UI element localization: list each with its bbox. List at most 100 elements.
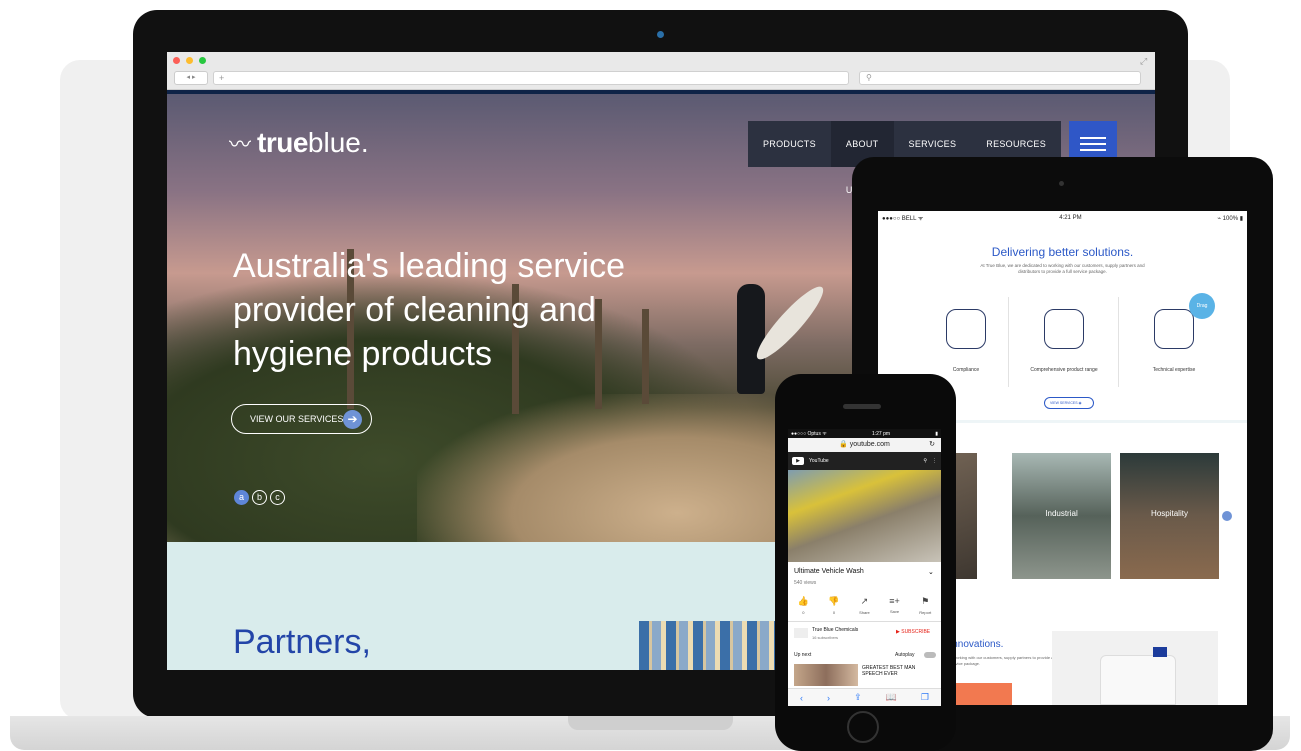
minimize-dot[interactable] xyxy=(186,57,193,64)
tile-hospitality[interactable]: Hospitality xyxy=(1120,453,1219,579)
phone-url: 🔒 youtube.com xyxy=(839,441,890,448)
slide-pager: a b c xyxy=(234,490,285,505)
search-icon[interactable]: ⚲ xyxy=(923,458,927,464)
expand-icon[interactable]: ⤢ xyxy=(1140,56,1147,67)
solutions-subtitle: At True Blue, we are dedicated to workin… xyxy=(980,263,1145,274)
bookmarks-icon[interactable]: 📖 xyxy=(886,692,897,703)
safari-toolbar: ‹ › ⇪ 📖 ❐ xyxy=(788,688,941,706)
video-player[interactable] xyxy=(788,470,941,562)
service-product-range[interactable]: Comprehensive product range xyxy=(1014,297,1114,407)
tablet-status-bar: ●●●○○ BELL ᯤ 4:21 PM ⌁ 100% ▮ xyxy=(878,211,1247,225)
home-button[interactable] xyxy=(847,711,879,743)
hands-plus-icon xyxy=(1154,309,1194,349)
chemical-jug-image xyxy=(1100,655,1176,705)
section-heading: Partners, xyxy=(233,623,371,661)
hard-hat-icon xyxy=(946,309,986,349)
reload-icon[interactable]: ↻ xyxy=(929,438,935,452)
pager-dot-c[interactable]: c xyxy=(270,490,285,505)
dislike-button[interactable]: 👎 0 xyxy=(828,596,839,620)
trueblue-logo[interactable]: 〰 true blue. xyxy=(229,127,369,158)
dislike-count: 0 xyxy=(832,610,836,615)
tablet-battery: ⌁ 100% ▮ xyxy=(1217,215,1243,222)
like-button[interactable]: 👍 0 xyxy=(798,596,809,620)
like-count: 0 xyxy=(802,610,805,615)
youtube-play-icon: ▶ xyxy=(792,457,804,465)
jug-cap xyxy=(1153,647,1167,657)
nav-products[interactable]: PRODUCTS xyxy=(748,121,831,167)
share-icon: ↗ xyxy=(860,596,869,606)
subscriber-count: 16 subscribers xyxy=(812,635,839,640)
share-label: Share xyxy=(859,610,870,615)
share-button[interactable]: ↗ Share xyxy=(859,596,870,620)
laptop-notch xyxy=(568,716,733,730)
channel-name[interactable]: True Blue Chemicals xyxy=(812,627,858,633)
tile-label: Industrial xyxy=(1045,509,1078,518)
carousel-next-icon[interactable] xyxy=(1222,511,1232,521)
pager-dot-b[interactable]: b xyxy=(252,490,267,505)
more-icon[interactable]: ⋮ xyxy=(932,458,937,464)
tablet-view-services-button[interactable]: VIEW SERVICES ◉ xyxy=(1044,397,1094,409)
search-icon[interactable]: ⚲ xyxy=(859,71,1141,85)
tile-industrial[interactable]: Industrial xyxy=(1012,453,1111,579)
tablet-time: 4:21 PM xyxy=(1059,215,1082,221)
share-icon[interactable]: ⇪ xyxy=(854,692,862,703)
service-label: Technical expertise xyxy=(1152,367,1196,373)
innovations-heading: innovations. xyxy=(950,639,1004,650)
chevron-down-icon[interactable]: ⌄ xyxy=(928,568,934,576)
hero-headline: Australia's leading service provider of … xyxy=(233,247,626,373)
divider xyxy=(788,621,941,622)
youtube-header: ▶ YouTube ⚲ ⋮ xyxy=(788,452,941,470)
phone-speaker xyxy=(843,404,881,409)
channel-avatar[interactable] xyxy=(794,628,808,638)
back-forward-buttons[interactable]: ◂ ▸ xyxy=(174,71,208,85)
divider xyxy=(1008,297,1009,387)
next-video-thumbnail[interactable] xyxy=(794,664,858,686)
logo-text-light: blue. xyxy=(307,127,369,158)
back-icon[interactable]: ‹ xyxy=(800,693,803,703)
view-services-button[interactable]: VIEW OUR SERVICES ➔ xyxy=(231,404,372,434)
forward-icon[interactable]: › xyxy=(827,693,830,703)
device-mockup-scene: ◂ ▸ + ⚲ ⤢ 〰 true blue. PRODUCTS ABOUT US xyxy=(0,0,1301,751)
tile-label: Hospitality xyxy=(1151,509,1188,518)
tablet-carrier: ●●●○○ BELL ᯤ xyxy=(882,216,924,222)
autoplay-label: Autoplay xyxy=(895,652,915,658)
maximize-dot[interactable] xyxy=(199,57,206,64)
divider xyxy=(1118,297,1119,387)
products-image xyxy=(639,621,789,670)
tablet-camera xyxy=(1059,181,1064,186)
video-views: 540 views xyxy=(794,580,817,586)
view-services-label: VIEW OUR SERVICES xyxy=(250,414,344,424)
logo-wave-icon: 〰 xyxy=(229,132,252,157)
address-bar[interactable]: + xyxy=(213,71,849,85)
drag-badge[interactable]: Drag xyxy=(1189,293,1215,319)
pager-dot-a[interactable]: a xyxy=(234,490,249,505)
browser-chrome: ◂ ▸ + ⚲ ⤢ xyxy=(167,52,1155,90)
thumbs-up-icon: 👍 xyxy=(797,596,809,606)
phone-time: 1:27 pm xyxy=(871,430,891,437)
save-label: Save xyxy=(889,609,900,614)
orange-block xyxy=(950,683,1012,705)
autoplay-toggle[interactable] xyxy=(924,652,936,658)
service-label: Comprehensive product range xyxy=(1030,367,1098,373)
arrow-right-icon: ➔ xyxy=(343,410,362,429)
next-video-title[interactable]: GREATEST BEST MAN SPEECH EVER xyxy=(862,665,937,677)
solutions-title: Delivering better solutions. xyxy=(991,245,1134,259)
laptop-camera xyxy=(657,31,664,38)
close-dot[interactable] xyxy=(173,57,180,64)
report-label: Report xyxy=(919,610,932,615)
service-label: Compliance xyxy=(952,367,980,373)
phone-carrier: ●●○○○ Optus ᯤ xyxy=(791,430,827,437)
surfer-figure xyxy=(737,284,765,394)
phone-address-bar[interactable]: 🔒 youtube.com ↻ xyxy=(788,438,941,452)
video-actions: 👍 0 👎 0 ↗ Share ≡+ Save ⚑ Report xyxy=(788,596,941,620)
youtube-label: YouTube xyxy=(809,458,829,464)
report-button[interactable]: ⚑ Report xyxy=(919,596,931,620)
save-button[interactable]: ≡+ Save xyxy=(889,596,900,620)
flag-icon: ⚑ xyxy=(921,596,930,606)
subscribe-button[interactable]: ▶ SUBSCRIBE xyxy=(896,629,930,635)
thumbs-down-icon: 👎 xyxy=(828,596,840,606)
tabs-icon[interactable]: ❐ xyxy=(921,692,929,703)
phone-screen: ●●○○○ Optus ᯤ 1:27 pm ▮ 🔒 youtube.com ↻ … xyxy=(788,429,941,706)
save-icon: ≡+ xyxy=(889,596,900,606)
video-title: Ultimate Vehicle Wash xyxy=(794,568,864,575)
